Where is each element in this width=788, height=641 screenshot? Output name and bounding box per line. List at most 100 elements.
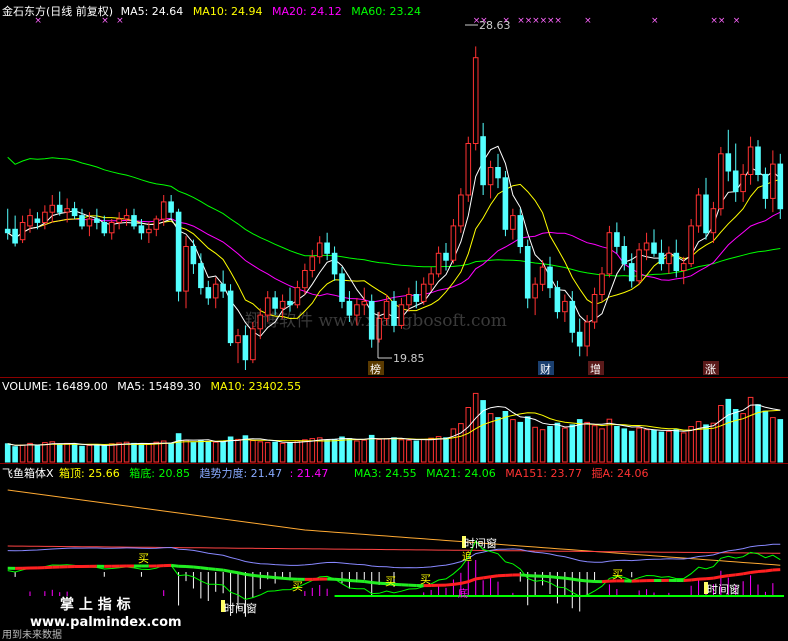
candle-body — [64, 208, 70, 213]
marker-bang: 榜 — [370, 362, 381, 376]
box-bottom-legend: 箱底: 20.85 — [129, 466, 190, 480]
candle-body — [576, 331, 583, 347]
candle-body — [331, 252, 338, 275]
volume-bar — [64, 442, 70, 463]
volume-bar — [123, 441, 130, 463]
x-marker: × — [651, 16, 659, 26]
ma151-segment — [334, 577, 343, 582]
ma151-segment — [564, 576, 573, 581]
ma60-legend: MA60: 23.24 — [351, 5, 421, 18]
jue-legend: 掘A: 24.06 — [592, 466, 649, 480]
ma151-segment — [549, 575, 558, 579]
volume-bar — [413, 440, 420, 463]
volume-bar — [718, 405, 724, 463]
candle-body — [688, 225, 694, 265]
candle-body — [547, 266, 553, 289]
volume-bar — [287, 442, 293, 463]
candle-body — [138, 225, 145, 234]
signal-buy-5: 买 — [612, 568, 623, 581]
candle — [458, 188, 464, 233]
signal-buy-2: 买 — [292, 580, 303, 593]
volume-bar — [160, 440, 167, 463]
volume-bar — [428, 437, 434, 463]
stock-chart: 翔博软件 www.xiangbosoft.com × × × × × × × × × × × × × × ×… — [0, 0, 788, 641]
ma151-segment — [720, 574, 729, 579]
candle-body — [495, 167, 501, 179]
volume-bar — [673, 429, 680, 463]
ma151-segment — [341, 578, 350, 582]
volume-ma10-legend: MA10: 23402.55 — [210, 380, 301, 393]
volume-bar — [42, 442, 48, 463]
candle — [465, 136, 472, 202]
candle-body — [510, 215, 516, 230]
candle — [524, 239, 531, 309]
volume-bar — [361, 439, 368, 463]
candle-body — [569, 300, 576, 333]
watermark-brand: 掌 上 指 标 — [60, 596, 131, 613]
volume-bar — [56, 443, 63, 463]
volume-header: VOLUME: 16489.00 MA5: 15489.30 MA10: 234… — [2, 380, 301, 393]
candle-body — [19, 222, 26, 241]
volume-bar — [190, 442, 197, 463]
candle-body — [517, 215, 524, 248]
volume-bar — [643, 429, 650, 463]
volume-bar — [651, 430, 657, 463]
ma151-segment — [349, 578, 357, 583]
low-label: 19.85 — [393, 352, 425, 365]
volume-bar — [606, 418, 613, 463]
indicator-header: 飞鱼箱体X 箱顶: 25.66 箱底: 20.85 趋势力度: 21.47 : … — [2, 466, 649, 480]
volume-bar — [710, 422, 717, 463]
marker-cai: 财 — [540, 362, 551, 376]
ma151-legend: MA151: 23.77 — [505, 467, 582, 480]
volume-bar — [770, 417, 776, 463]
candle-body — [34, 218, 41, 223]
candle-body — [614, 232, 620, 247]
signal-buy-4: 买 — [420, 573, 431, 586]
candle-body — [732, 170, 739, 193]
ma151-segment — [482, 575, 491, 580]
volume-bar — [79, 445, 85, 463]
volume-bar — [205, 441, 212, 463]
candle-body — [643, 242, 650, 251]
candle-body — [12, 228, 18, 244]
volume-bar — [324, 439, 330, 463]
candle — [175, 208, 182, 302]
candle-body — [175, 211, 182, 292]
volume-bar — [636, 427, 642, 463]
volume-bar — [175, 433, 182, 463]
candle-body — [480, 136, 486, 186]
high-label: 28.63 — [479, 19, 511, 32]
x-marker: × — [532, 16, 540, 26]
volume-bar — [354, 440, 360, 463]
volume-bar — [257, 441, 264, 463]
volume-bar — [264, 442, 271, 463]
ma151-segment — [572, 577, 580, 582]
candle-body — [146, 228, 152, 234]
volume-bar — [71, 444, 78, 463]
candle-body — [56, 204, 63, 213]
candle — [688, 219, 694, 268]
volume-bar — [510, 419, 516, 463]
candle-body — [406, 294, 412, 306]
ma151-segment — [757, 569, 766, 574]
marker-zhang: 涨 — [705, 363, 716, 376]
ma151-segment — [453, 581, 462, 586]
price-header: 金石东方(日线 前复权) MA5: 24.64 MA10: 24.94 MA20… — [2, 4, 421, 18]
candle-body — [584, 321, 590, 347]
candle-body — [108, 222, 115, 234]
candle-body — [413, 294, 420, 302]
candle-body — [695, 194, 702, 227]
candle-body — [354, 304, 360, 316]
volume-bar — [279, 442, 286, 463]
ma151-segment — [579, 578, 588, 583]
volume-bar — [517, 421, 524, 463]
candle-body — [428, 273, 434, 285]
candle — [695, 188, 702, 233]
volume-bar — [116, 442, 122, 463]
ma151-segment — [713, 575, 722, 580]
watermark-url: www.palmindex.com — [30, 615, 182, 630]
ma151-segment — [728, 573, 736, 578]
candle-body — [227, 290, 234, 344]
ma151-segment — [282, 576, 291, 581]
x-marker: × — [584, 16, 592, 26]
